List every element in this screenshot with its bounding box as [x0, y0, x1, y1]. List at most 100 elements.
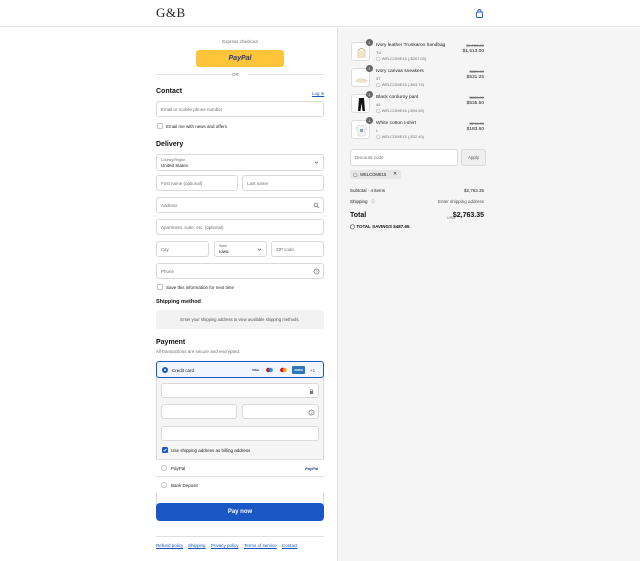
product-discount: ◯ WELCOME15 (-$94.50): [376, 108, 424, 113]
product-original-price: $630.00: [469, 95, 484, 100]
chevron-down-icon: [256, 246, 263, 253]
subtotal-label: Subtotal · 4 items: [350, 188, 386, 193]
product-original-price: $216.00: [469, 121, 484, 126]
shipping-link[interactable]: Shipping: [188, 543, 206, 548]
apply-discount-button[interactable]: Apply: [461, 149, 486, 166]
email-field[interactable]: Email or mobile phone number: [156, 101, 324, 117]
tag-icon: ◯: [353, 172, 358, 177]
tag-icon: ◯: [376, 134, 381, 139]
product-name: Ivory canvas sneakers: [376, 69, 424, 74]
mastercard-icon: [278, 367, 289, 373]
product-name: Black corduroy pant: [376, 95, 419, 100]
shipping-method-title: Shipping method: [156, 299, 201, 305]
tag-icon: ◯: [376, 108, 381, 113]
visa-icon: VISA: [251, 368, 259, 372]
state-label: State: [219, 244, 228, 248]
expiry-field[interactable]: [161, 404, 237, 419]
billing-same-checkbox[interactable]: [162, 447, 168, 453]
shipping-value: Enter shipping address: [437, 199, 484, 204]
security-code-field[interactable]: ?: [242, 404, 319, 419]
svg-text:?: ?: [316, 270, 318, 274]
contact-title: Contact: [156, 88, 183, 95]
more-cards-count: +1: [310, 368, 316, 373]
footer-divider: [156, 536, 324, 537]
terms-of-service-link[interactable]: Terms of service: [244, 543, 277, 548]
paypal-express-button[interactable]: PayPal: [196, 50, 284, 67]
tag-icon: ◯: [350, 224, 356, 229]
paypal-logo: PayPal: [228, 55, 252, 62]
divider: [156, 74, 324, 75]
shipping-label: Shipping: [350, 199, 368, 204]
product-variant: 37: [376, 76, 381, 81]
paypal-radio[interactable]: [161, 465, 167, 471]
state-select[interactable]: State Iowa: [214, 241, 267, 257]
name-on-card-field[interactable]: [161, 426, 319, 441]
bank-deposit-radio[interactable]: [161, 482, 167, 488]
product-name: Ivory leather Trunkaroo handbag: [376, 43, 446, 48]
bank-deposit-label: Bank Deposit: [171, 483, 198, 488]
remove-discount-icon[interactable]: ✕: [393, 171, 397, 177]
quantity-badge: 1: [366, 39, 373, 46]
privacy-policy-link[interactable]: Privacy policy: [211, 543, 239, 548]
help-icon[interactable]: ?: [308, 409, 315, 416]
tag-icon: ◯: [376, 82, 381, 87]
phone-field[interactable]: Phone ?: [156, 263, 324, 279]
pay-now-button[interactable]: Pay now: [156, 503, 324, 521]
zip-field[interactable]: ZIP code: [271, 241, 324, 257]
apartment-placeholder: Apartment, suite, etc. (optional): [161, 225, 224, 230]
product-discount: ◯ WELCOME15 (-$267.00): [376, 56, 426, 61]
apartment-field[interactable]: Apartment, suite, etc. (optional): [156, 219, 324, 235]
quantity-badge: 1: [366, 91, 373, 98]
or-separator: OR: [232, 72, 239, 77]
discount-code-placeholder: Discount code: [355, 155, 384, 160]
applied-discount-tag: ◯ WELCOME15 ✕: [350, 170, 401, 179]
payment-title: Payment: [156, 339, 186, 346]
city-placeholder: City: [161, 247, 169, 252]
first-name-field[interactable]: First name (optional): [156, 175, 238, 191]
newsletter-checkbox[interactable]: [157, 123, 163, 129]
refund-policy-link[interactable]: Refund policy: [156, 543, 183, 548]
quantity-badge: 1: [366, 65, 373, 72]
order-summary: 1 Ivory leather Trunkaroo handbag TU ◯ W…: [337, 28, 640, 561]
express-checkout-title: Express checkout: [222, 39, 258, 44]
delivery-title: Delivery: [156, 141, 184, 148]
address-field[interactable]: Address: [156, 197, 324, 213]
chevron-down-icon: [313, 159, 320, 166]
credit-card-radio[interactable]: [162, 367, 168, 373]
product-original-price: $1,780.00: [466, 43, 484, 48]
credit-card-option[interactable]: Credit card VISA AMEX +1: [156, 361, 324, 378]
search-icon: [313, 202, 320, 209]
contact-link[interactable]: Contact: [282, 543, 298, 548]
shopping-bag-icon[interactable]: [474, 8, 485, 19]
product-original-price: $625.00: [469, 69, 484, 74]
save-info-checkbox[interactable]: [157, 284, 163, 290]
quantity-badge: 1: [366, 117, 373, 124]
total-value: $2,763.35: [452, 212, 484, 219]
card-number-field[interactable]: [161, 383, 319, 398]
credit-card-label: Credit card: [172, 368, 195, 373]
discount-code-field[interactable]: Discount code: [350, 149, 458, 166]
last-name-field[interactable]: Last name: [242, 175, 324, 191]
help-icon[interactable]: ?: [313, 268, 320, 275]
bank-deposit-option[interactable]: Bank Deposit: [156, 476, 324, 493]
checkout-form: Express checkout PayPal OR Contact Log i…: [0, 28, 337, 561]
phone-placeholder: Phone: [161, 269, 175, 274]
amex-icon: AMEX: [292, 366, 305, 374]
help-icon[interactable]: ⓘ: [371, 199, 375, 205]
shipping-method-placeholder: Enter your shipping address to view avai…: [156, 310, 324, 329]
country-select[interactable]: Country/Region United States: [156, 154, 324, 171]
login-link[interactable]: Log in: [312, 91, 324, 96]
billing-same-label: Use shipping address as billing address: [171, 448, 251, 453]
state-value: Iowa: [219, 249, 229, 254]
brand-logo[interactable]: G&B: [156, 5, 186, 21]
city-field[interactable]: City: [156, 241, 209, 257]
pay-now-label: Pay now: [227, 509, 253, 515]
apply-label: Apply: [467, 155, 480, 160]
svg-text:?: ?: [311, 411, 313, 415]
shipping-method-note: Enter your shipping address to view avai…: [180, 317, 300, 322]
maestro-icon: [264, 367, 275, 373]
savings-label: TOTAL SAVINGS: [356, 224, 392, 229]
tag-icon: ◯: [376, 56, 381, 61]
paypal-option[interactable]: PayPal PayPal: [156, 459, 324, 476]
savings-value: $487.65: [393, 224, 410, 229]
